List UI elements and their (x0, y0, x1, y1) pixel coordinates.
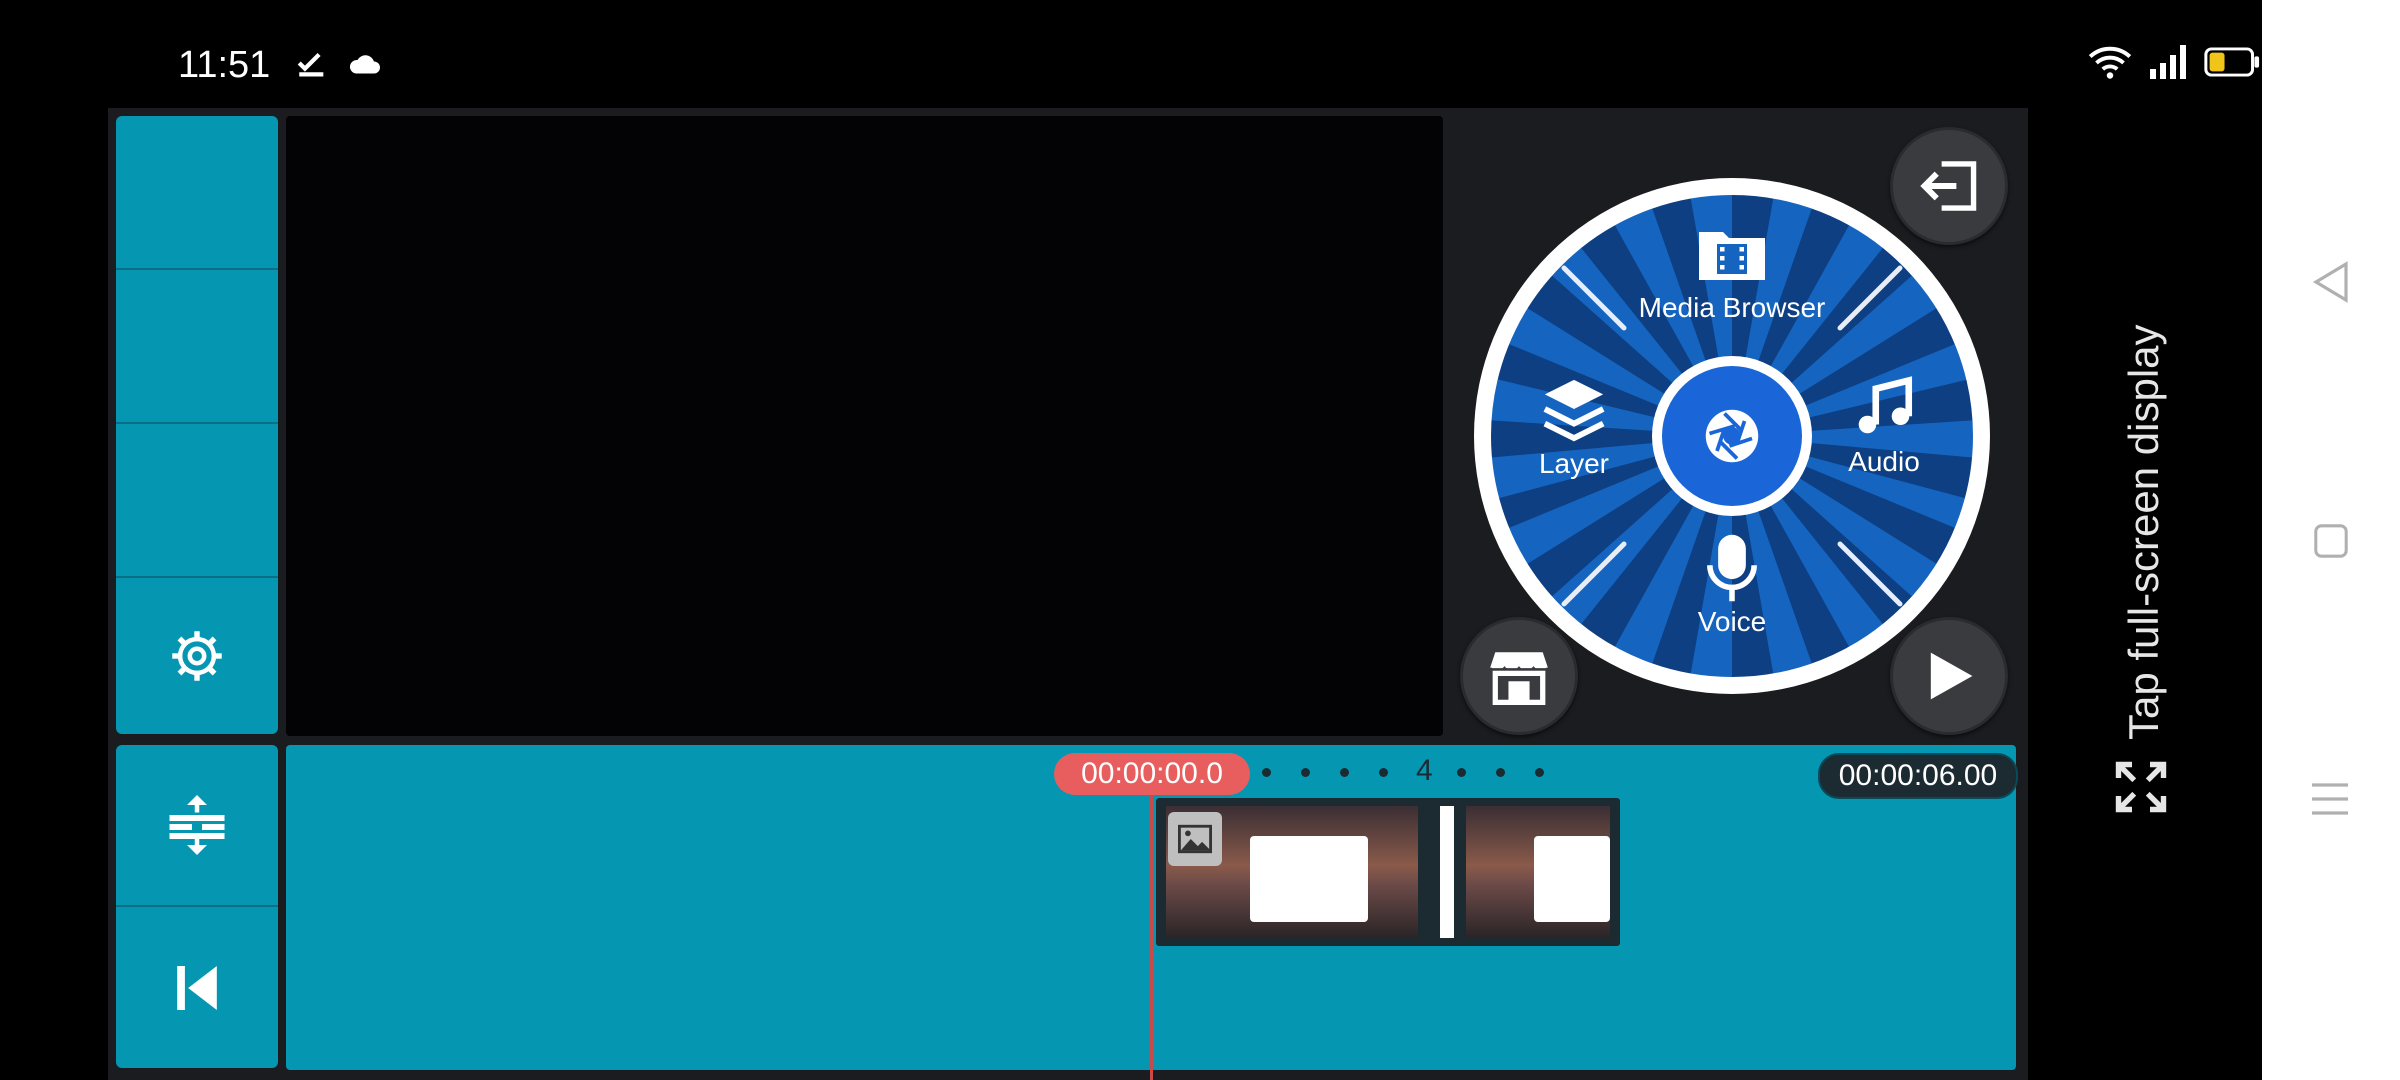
play-icon (1930, 652, 1973, 700)
beat-dot (1262, 768, 1271, 777)
skip-start-icon (177, 965, 217, 1010)
fullscreen-hint[interactable]: Tap full-screen display (2100, 180, 2210, 820)
shutter-icon (1705, 409, 1759, 463)
left-panel-slot-1[interactable] (116, 116, 278, 270)
fullscreen-hint-text: Tap full-screen display (2120, 324, 2167, 740)
play-button[interactable] (1890, 617, 2008, 735)
playhead-time: 00:00:00.0 (1054, 753, 1250, 795)
exit-button[interactable] (1890, 127, 2008, 245)
left-tool-panel (116, 116, 278, 734)
exit-icon (1920, 161, 1977, 211)
clip-thumbnail (1466, 806, 1610, 938)
layers-icon (1543, 379, 1605, 442)
total-duration: 00:00:06.00 (1818, 753, 2018, 799)
music-note-icon (1858, 376, 1913, 434)
clip-divider (1440, 806, 1454, 938)
image-icon (1178, 824, 1212, 854)
expand-vertical-icon (169, 795, 225, 855)
thumbnail-dialog (1534, 836, 1610, 922)
store-button[interactable] (1460, 617, 1578, 735)
media-browser-button[interactable]: Media Browser (1622, 222, 1842, 352)
home-icon[interactable] (2312, 522, 2350, 560)
signal-icon (2150, 45, 2186, 79)
store-icon (1489, 652, 1549, 705)
gear-icon (172, 631, 222, 681)
battery-icon (2204, 47, 2260, 77)
microphone-icon (1707, 534, 1757, 602)
recents-icon[interactable] (2310, 780, 2350, 818)
thumbnail-dialog (1250, 836, 1368, 922)
audio-button[interactable]: Audio (1794, 374, 1974, 514)
system-navigation-bar (2262, 0, 2400, 1080)
voice-button[interactable]: Voice (1632, 532, 1832, 672)
expand-timeline-button[interactable] (116, 745, 278, 907)
layer-label: Layer (1538, 448, 1610, 479)
layer-button[interactable]: Layer (1474, 374, 1674, 514)
beat-dot (1340, 768, 1349, 777)
beat-dot (1496, 768, 1505, 777)
fullscreen-icon (2115, 761, 2167, 813)
status-icons-right (2088, 44, 2260, 80)
settings-button[interactable] (116, 578, 278, 734)
record-button[interactable] (1662, 366, 1802, 506)
status-time: 11:51 (178, 44, 271, 86)
wifi-icon (2088, 46, 2132, 79)
skip-to-start-button[interactable] (116, 907, 278, 1068)
check-icon (297, 52, 324, 77)
status-icons-left (295, 46, 383, 80)
video-preview[interactable] (286, 116, 1443, 736)
folder-film-icon (1699, 232, 1765, 280)
timeline-clip[interactable] (1156, 798, 1620, 946)
media-browser-label: Media Browser (1638, 292, 1826, 323)
voice-label: Voice (1697, 606, 1767, 637)
cloud-icon (349, 55, 380, 74)
left-panel-slot-3[interactable] (116, 424, 278, 578)
beat-dot (1457, 768, 1466, 777)
media-wheel: Media Browser Layer Audio Voice (1474, 178, 1990, 694)
audio-label: Audio (1848, 446, 1920, 477)
timeline-controls (116, 745, 278, 1068)
beat-dot (1379, 768, 1388, 777)
back-icon[interactable] (2310, 260, 2350, 304)
image-clip-badge (1168, 812, 1222, 866)
beat-marker-number: 4 (1416, 754, 1433, 787)
playhead-line[interactable] (1150, 795, 1153, 1080)
beat-dot (1301, 768, 1310, 777)
beat-dot (1535, 768, 1544, 777)
left-panel-slot-2[interactable] (116, 270, 278, 424)
